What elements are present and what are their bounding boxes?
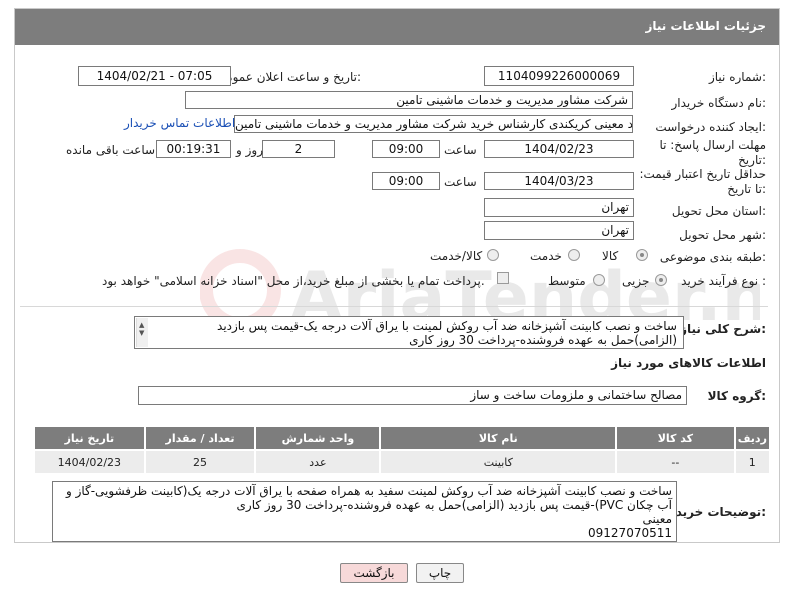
buyer-org-field[interactable]: شرکت مشاور مدیریت و خدمات ماشینی تامین (185, 91, 633, 109)
process-label: نوع فرآیند خرید : (681, 274, 766, 288)
validity-time-field[interactable]: 09:00 (372, 172, 440, 190)
description-scrollbar[interactable] (136, 318, 148, 347)
deadline-label: مهلت ارسال پاسخ: تا تاریخ: (659, 138, 766, 167)
deadline-date-field[interactable]: 1404/02/23 (484, 140, 634, 158)
city-label: شهر محل تحویل: (679, 228, 766, 242)
col-goods-name: نام کالا (379, 425, 618, 451)
days-label: روز و (236, 143, 263, 157)
contact-info-link[interactable]: اطلاعات تماس خریدار (124, 116, 235, 130)
validity-date-field[interactable]: 1404/03/23 (484, 172, 634, 190)
announce-date-field[interactable]: 1404/02/21 - 07:05 (78, 66, 231, 86)
payment-note: پرداخت تمام یا بخشی از مبلغ خرید،از محل … (102, 274, 485, 288)
description-textarea[interactable]: ساخت و نصب کابینت آشپزخانه ضد آب روکش لم… (134, 316, 684, 349)
process-medium-radio[interactable] (593, 274, 605, 286)
days-field[interactable]: 2 (262, 140, 335, 158)
panel-header: جزئیات اطلاعات نیاز (15, 9, 779, 45)
city-field[interactable]: تهران (484, 221, 634, 240)
description-label: شرح کلی نیاز: (680, 322, 766, 336)
cell-quantity: 25 (143, 449, 257, 475)
need-number-label: شماره نیاز: (708, 70, 766, 84)
remaining-label: ساعت باقی مانده (66, 143, 156, 157)
col-row-number: ردیف (733, 425, 772, 451)
description-text: ساخت و نصب کابینت آشپزخانه ضد آب روکش لم… (217, 319, 677, 347)
requester-field[interactable]: احمد معینی کریکندی کارشناس خرید شرکت مشا… (234, 115, 633, 133)
category-service-label: خدمت (530, 249, 562, 263)
cell-unit: عدد (254, 449, 382, 475)
category-label: طبقه بندی موضوعی: (659, 250, 766, 264)
back-button[interactable]: بازگشت (340, 563, 408, 583)
cell-goods-name: کابینت (379, 449, 618, 475)
validity-time-label: ساعت (444, 175, 477, 189)
cell-row-number: 1 (733, 449, 772, 475)
category-service-radio[interactable] (568, 249, 580, 261)
category-goods-radio[interactable] (636, 249, 648, 261)
buyer-notes-label: توضیحات خریدار: (664, 505, 766, 519)
print-button[interactable]: چاپ (416, 563, 464, 583)
divider (20, 306, 768, 307)
treasury-payment-checkbox[interactable] (497, 272, 509, 284)
col-goods-code: کد کالا (615, 425, 736, 451)
category-both-radio[interactable] (487, 249, 499, 261)
table-header-row: ردیف کد کالا نام کالا واحد شمارش تعداد /… (33, 425, 772, 451)
page-title: جزئیات اطلاعات نیاز (645, 19, 766, 33)
col-need-date: تاریخ نیاز (33, 425, 146, 451)
remaining-time-field[interactable]: 00:19:31 (156, 140, 231, 158)
buyer-notes-textarea[interactable]: ساخت و نصب کابینت آشپزخانه ضد آب روکش لم… (52, 481, 677, 542)
buyer-org-label: نام دستگاه خریدار: (671, 96, 767, 110)
col-quantity: تعداد / مقدار (143, 425, 257, 451)
province-field[interactable]: تهران (484, 198, 634, 217)
goods-group-field[interactable]: مصالح ساختمانی و ملزومات ساخت و ساز (138, 386, 687, 405)
process-medium-label: متوسط (548, 274, 586, 288)
cell-need-date: 1404/02/23 (33, 449, 146, 475)
requester-label: ایجاد کننده درخواست: (655, 120, 766, 134)
deadline-time-field[interactable]: 09:00 (372, 140, 440, 158)
category-goods-label: کالا (602, 249, 619, 263)
goods-info-title: اطلاعات کالاهای مورد نیاز (611, 356, 766, 370)
process-minor-label: جزیی (622, 274, 650, 288)
table-row[interactable]: 1 -- کابینت عدد 25 1404/02/23 (33, 449, 772, 475)
col-unit: واحد شمارش (254, 425, 382, 451)
announce-label: تاریخ و ساعت اعلان عمومی: (216, 70, 361, 84)
validity-label: حداقل تاریخ اعتبار قیمت: تا تاریخ: (639, 167, 766, 196)
goods-group-label: گروه کالا: (707, 389, 766, 403)
items-table: ردیف کد کالا نام کالا واحد شمارش تعداد /… (33, 425, 772, 475)
need-number-field[interactable]: 1104099226000069 (484, 66, 634, 86)
deadline-time-label: ساعت (444, 143, 477, 157)
process-minor-radio[interactable] (655, 274, 667, 286)
category-both-label: کالا/خدمت (430, 249, 483, 263)
province-label: استان محل تحویل: (671, 204, 766, 218)
cell-goods-code: -- (615, 449, 736, 475)
